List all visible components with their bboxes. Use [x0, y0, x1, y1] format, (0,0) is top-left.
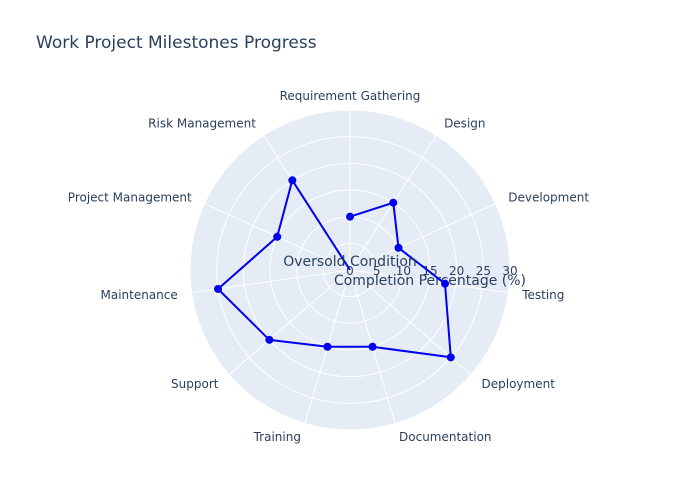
data-point [368, 342, 377, 351]
data-point [389, 198, 398, 207]
data-point [394, 243, 403, 252]
angular-tick-label: Risk Management [148, 117, 256, 131]
angular-tick-label: Documentation [399, 430, 492, 444]
data-point [265, 335, 274, 344]
data-point [446, 353, 455, 362]
angular-tick-label: Project Management [68, 191, 192, 205]
data-point [323, 342, 332, 351]
data-point [273, 232, 282, 241]
angular-tick-label: Training [253, 430, 301, 444]
data-point [346, 212, 354, 221]
angular-tick-label: Development [508, 191, 589, 205]
angular-tick-label: Maintenance [100, 288, 177, 302]
data-point [214, 284, 223, 293]
angular-tick-label: Requirement Gathering [280, 89, 421, 103]
radial-axis-title: Completion Percentage (%) [334, 273, 526, 289]
angular-tick-label: Design [444, 117, 485, 131]
angular-tick-label: Testing [521, 288, 564, 302]
polar-chart: Requirement Gathering Design Development Te… [68, 89, 590, 444]
data-point-label: Oversold Condition [283, 254, 417, 270]
angular-tick-label: Deployment [482, 377, 556, 391]
data-point [288, 176, 297, 185]
data-point [441, 279, 450, 288]
angular-tick-label: Support [171, 377, 219, 391]
